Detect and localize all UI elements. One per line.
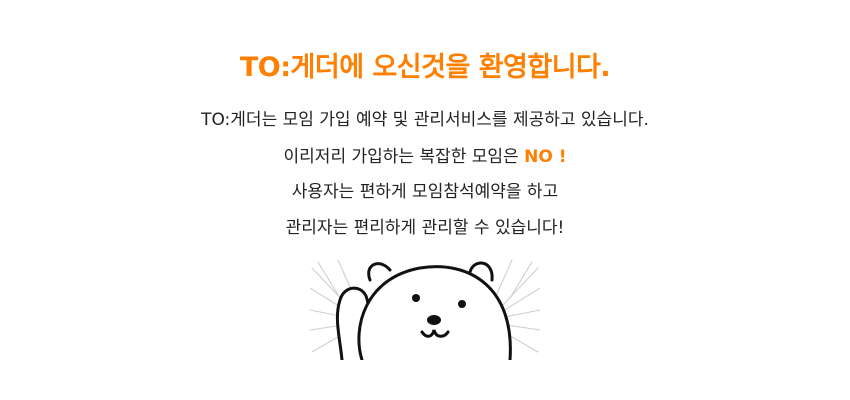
complexity-statement: 이리저리 가입하는 복잡한 모임은 NO !	[0, 145, 850, 169]
welcome-title: TO:게더에 오신것을 환영합니다.	[239, 52, 611, 83]
service-description: TO:게더는 모임 가입 예약 및 관리서비스를 제공하고 있습니다.	[201, 110, 649, 130]
admin-benefit: 관리자는 편리하게 관리할 수 있습니다!	[285, 218, 565, 238]
no-emphasis: NO !	[524, 147, 567, 167]
bear-waving-icon	[310, 259, 540, 360]
complexity-text: 이리저리 가입하는 복잡한 모임은	[283, 147, 525, 167]
user-benefit: 사용자는 편하게 모임참석예약을 하고	[291, 182, 559, 202]
welcome-section: TO:게더에 오신것을 환영합니다. TO:게더는 모임 가입 예약 및 관리서…	[0, 0, 850, 400]
